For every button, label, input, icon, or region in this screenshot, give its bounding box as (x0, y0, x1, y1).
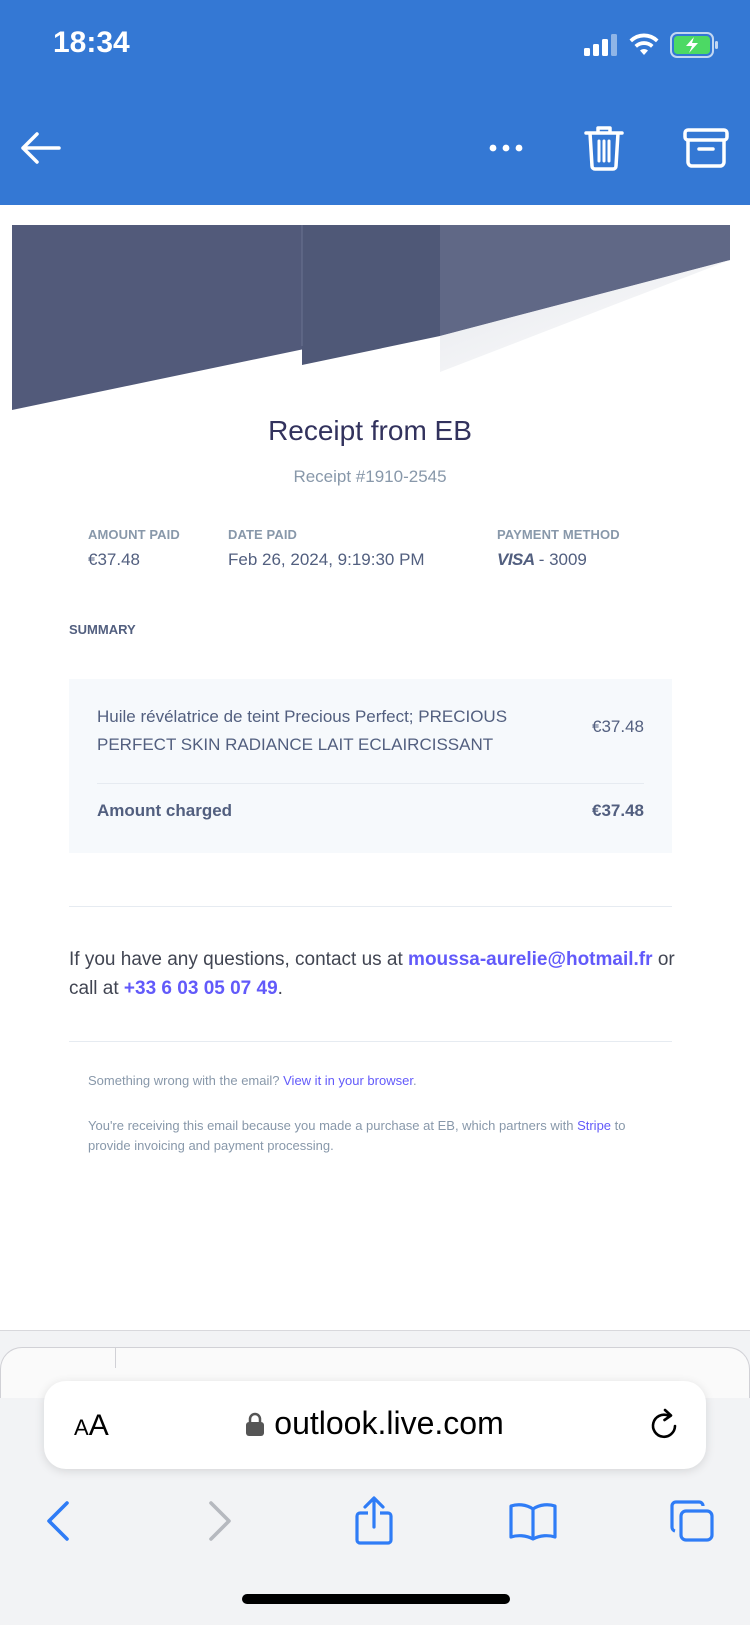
tabs-icon (670, 1500, 714, 1542)
contact-prefix: If you have any questions, contact us at (69, 949, 403, 970)
back-arrow-icon (21, 132, 61, 164)
item-description: Huile révélatrice de teint Precious Perf… (97, 707, 508, 754)
app-header: 18:34 (0, 0, 750, 205)
battery-charging-icon (670, 32, 718, 58)
stripe-link[interactable]: Stripe (577, 1118, 611, 1133)
footer-wrong-email: Something wrong with the email? View it … (88, 1071, 648, 1091)
footer-receiving: You're receiving this email because you … (88, 1116, 648, 1156)
signal-icon (584, 34, 617, 56)
more-options-button[interactable] (478, 118, 534, 178)
back-button[interactable] (10, 118, 70, 178)
share-button[interactable] (344, 1491, 404, 1551)
archive-button[interactable] (676, 118, 736, 178)
status-icons (584, 28, 720, 62)
summary-box: Huile révélatrice de teint Precious Perf… (69, 679, 672, 853)
footer-wrong-prefix: Something wrong with the email? (88, 1073, 280, 1088)
reload-icon (651, 1408, 677, 1438)
email-body: Receipt from EB Receipt #1910-2545 AMOUN… (0, 205, 750, 1330)
browser-forward-button[interactable] (190, 1491, 250, 1551)
tab-separator (115, 1348, 116, 1368)
chevron-right-icon (209, 1501, 231, 1541)
amount-paid-label: AMOUNT PAID (88, 527, 180, 542)
amount-paid: AMOUNT PAID €37.48 (88, 527, 180, 570)
more-icon (489, 144, 523, 152)
view-in-browser-link[interactable]: View it in your browser (283, 1073, 413, 1088)
footer-receiving-prefix: You're receiving this email because you … (88, 1118, 574, 1133)
status-time: 18:34 (53, 26, 130, 59)
home-indicator (242, 1594, 510, 1604)
reload-button[interactable] (646, 1407, 682, 1448)
tabs-button[interactable] (662, 1491, 722, 1551)
contact-text: If you have any questions, contact us at… (69, 945, 689, 1003)
address-bar[interactable]: AA outlook.live.com (44, 1381, 706, 1469)
item-price: €37.48 (592, 717, 644, 736)
summary-label: SUMMARY (69, 622, 136, 637)
lock-icon (246, 1412, 265, 1436)
date-paid: DATE PAID Feb 26, 2024, 9:19:30 PM (228, 527, 425, 570)
section-divider (69, 1041, 672, 1042)
book-icon (509, 1503, 557, 1541)
date-paid-label: DATE PAID (228, 527, 298, 542)
archive-icon (683, 128, 729, 168)
payment-method-label: PAYMENT METHOD (497, 527, 620, 542)
section-divider (69, 906, 672, 907)
browser-back-button[interactable] (28, 1491, 88, 1551)
receipt-banner (12, 225, 730, 410)
receipt-title: Receipt from EB (268, 415, 472, 446)
footer-wrong-suffix: . (412, 1073, 417, 1088)
share-icon (355, 1496, 393, 1545)
amount-paid-value: €37.48 (88, 550, 140, 569)
payment-method-value: VISA - 3009 (497, 550, 620, 570)
safari-toolbar: AA outlook.live.com (0, 1330, 750, 1625)
date-paid-value: Feb 26, 2024, 9:19:30 PM (228, 550, 425, 569)
contact-suffix: . (277, 978, 283, 999)
chevron-left-icon (47, 1501, 69, 1541)
visa-logo: VISA (497, 550, 535, 569)
contact-email-link[interactable]: moussa-aurelie@hotmail.fr (408, 949, 652, 970)
delete-button[interactable] (576, 118, 632, 178)
trash-icon (584, 126, 624, 171)
receipt-number: Receipt #1910-2545 (293, 467, 447, 486)
summary-divider (97, 783, 644, 784)
payment-method: PAYMENT METHOD VISA - 3009 (497, 527, 620, 570)
amount-charged-label: Amount charged (97, 801, 233, 820)
url-text: outlook.live.com (274, 1405, 504, 1441)
url-display[interactable]: outlook.live.com (44, 1405, 706, 1442)
bookmarks-button[interactable] (503, 1491, 563, 1551)
wifi-icon (629, 33, 659, 55)
contact-phone-link[interactable]: +33 6 03 05 07 49 (124, 978, 278, 999)
amount-charged-value: €37.48 (592, 801, 644, 820)
card-last4: - 3009 (538, 550, 587, 569)
